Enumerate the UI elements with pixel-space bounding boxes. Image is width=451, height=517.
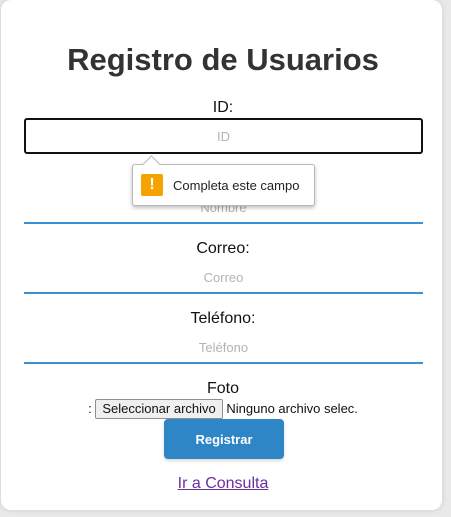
register-button[interactable]: Registrar [164, 419, 284, 459]
telefono-label: Teléfono: [190, 310, 256, 327]
registration-card: Registro de Usuarios ID: Nombre: Correo:… [1, 0, 442, 510]
consulta-link-wrapper: Ir a Consulta [1, 475, 445, 493]
tooltip-arrow [142, 155, 161, 174]
id-label: ID: [212, 99, 234, 116]
warning-icon: ! [141, 174, 163, 196]
page-title: Registro de Usuarios [67, 42, 379, 77]
correo-input[interactable] [24, 262, 423, 294]
correo-label: Correo: [196, 240, 250, 257]
validation-tooltip: ! Completa este campo [132, 155, 315, 206]
consulta-link[interactable]: Ir a Consulta [178, 475, 269, 492]
tooltip-message: Completa este campo [173, 178, 300, 193]
file-input: : Seleccionar archivo Ninguno archivo se… [1, 399, 445, 419]
file-status: Ninguno archivo selec. [226, 401, 358, 416]
telefono-input[interactable] [24, 332, 423, 364]
choose-file-button[interactable]: Seleccionar archivo [95, 399, 223, 419]
id-input[interactable] [24, 118, 423, 154]
foto-label: Foto [206, 380, 239, 397]
file-prefix: : [88, 401, 92, 416]
